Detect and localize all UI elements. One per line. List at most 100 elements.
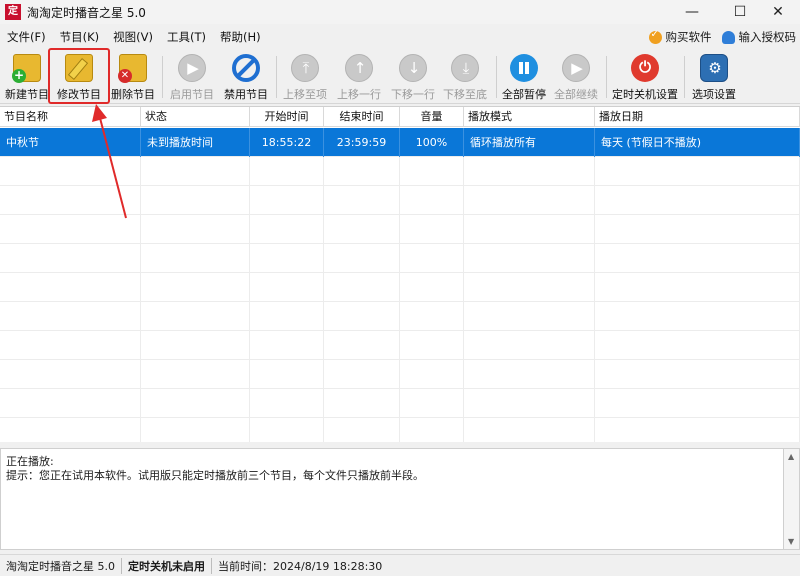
column-header[interactable]: 状态 [141,107,250,127]
column-header[interactable]: 播放日期 [595,107,800,127]
column-header[interactable]: 结束时间 [324,107,400,127]
delete-program-button[interactable]: ✕ 删除节目 [110,52,156,102]
menu-help[interactable]: 帮助(H) [213,29,268,45]
cell-end-time: 23:59:59 [324,128,400,157]
empty-cell [324,360,400,389]
cell-play-mode: 循环播放所有 [464,128,595,157]
empty-cell [464,418,595,442]
scroll-up-icon[interactable]: ▲ [788,452,794,461]
table-row[interactable]: 中秋节 未到播放时间 18:55:22 23:59:59 100% 循环播放所有… [0,128,800,157]
user-icon [721,30,735,44]
shutdown-settings-button[interactable]: ⏻ 定时关机设置 [610,52,680,102]
empty-table-row [0,215,800,244]
info-scrollbar[interactable]: ▲ ▼ [784,448,800,550]
toolbar-separator [162,56,163,98]
empty-cell [250,302,324,331]
move-top-button[interactable]: ⤒ 上移至项 [280,52,330,102]
pause-icon [510,54,538,82]
empty-cell [595,389,800,418]
menu-view[interactable]: 视图(V) [106,29,160,45]
window-title: 淘淘定时播音之星 5.0 [27,5,146,20]
empty-cell [324,186,400,215]
empty-cell [250,244,324,273]
disable-program-button[interactable]: 禁用节目 [222,52,270,102]
scroll-down-icon[interactable]: ▼ [788,537,794,546]
empty-cell [464,186,595,215]
minimize-button[interactable]: — [670,0,714,24]
empty-cell [0,389,141,418]
empty-cell [0,157,141,186]
options-button[interactable]: ⚙ 选项设置 [688,52,740,102]
empty-cell [400,331,464,360]
empty-cell [400,215,464,244]
resume-all-label: 全部继续 [554,88,598,101]
empty-cell [250,157,324,186]
column-header[interactable]: 音量 [400,107,464,127]
toolbar: + 新建节目 修改节目 ✕ 删除节目 ▶ 启用节目 禁用节目 ⤒ 上移至项 ↑ … [0,50,800,104]
empty-cell [400,360,464,389]
move-bottom-icon: ⤓ [451,54,479,82]
status-current-time: 当前时间：2024/8/19 18:28:30 [218,559,383,573]
empty-cell [400,244,464,273]
resume-icon: ▶ [562,54,590,82]
menu-program[interactable]: 节目(K) [53,29,107,45]
empty-cell [595,157,800,186]
empty-cell [324,244,400,273]
toolbar-separator [606,56,607,98]
new-program-button[interactable]: + 新建节目 [4,52,50,102]
empty-cell [595,331,800,360]
buy-label: 购买软件 [665,30,712,44]
move-bottom-button[interactable]: ⤓ 下移至底 [440,52,490,102]
empty-cell [250,331,324,360]
enter-license-link[interactable]: 输入授权码 [721,29,796,45]
empty-cell [595,215,800,244]
empty-cell [0,331,141,360]
column-header[interactable]: 开始时间 [250,107,324,127]
move-down-label: 下移一行 [391,88,435,101]
empty-table-row [0,244,800,273]
column-header[interactable]: 播放模式 [464,107,595,127]
pause-all-button[interactable]: 全部暂停 [500,52,548,102]
status-shutdown: 定时关机未启用 [122,557,212,574]
empty-cell [0,244,141,273]
empty-cell [141,389,250,418]
empty-cell [0,302,141,331]
empty-cell [464,157,595,186]
empty-cell [141,418,250,442]
empty-cell [0,360,141,389]
column-header[interactable]: 节目名称 [0,107,141,127]
empty-table-row [0,389,800,418]
move-up-button[interactable]: ↑ 上移一行 [334,52,384,102]
empty-cell [250,360,324,389]
empty-cell [141,157,250,186]
empty-cell [400,273,464,302]
empty-cell [595,186,800,215]
empty-cell [400,389,464,418]
menu-file[interactable]: 文件(F) [0,29,53,45]
resume-all-button[interactable]: ▶ 全部继续 [552,52,600,102]
buy-icon [648,29,662,44]
empty-cell [595,360,800,389]
disable-program-label: 禁用节目 [224,88,268,101]
enable-program-button[interactable]: ▶ 启用节目 [168,52,216,102]
move-up-icon: ↑ [345,54,373,82]
program-table: 节目名称 状态 开始时间 结束时间 音量 播放模式 播放日期 中秋节 未到播放时… [0,106,800,442]
empty-table-row [0,157,800,186]
toolbar-separator [684,56,685,98]
move-down-button[interactable]: ↓ 下移一行 [388,52,438,102]
status-app-name: 淘淘定时播音之星 5.0 [0,557,122,574]
cell-status: 未到播放时间 [141,128,250,157]
empty-cell [141,302,250,331]
close-button[interactable]: ✕ [756,0,800,24]
empty-cell [595,418,800,442]
empty-cell [250,418,324,442]
shutdown-settings-label: 定时关机设置 [612,88,678,101]
cell-volume: 100% [400,128,464,157]
delete-program-label: 删除节目 [111,88,155,101]
menu-tools[interactable]: 工具(T) [160,29,213,45]
toolbar-separator [276,56,277,98]
status-bar: 淘淘定时播音之星 5.0 定时关机未启用 当前时间：2024/8/19 18:2… [0,554,800,576]
buy-software-link[interactable]: 购买软件 [648,29,712,45]
empty-cell [324,331,400,360]
empty-cell [250,215,324,244]
